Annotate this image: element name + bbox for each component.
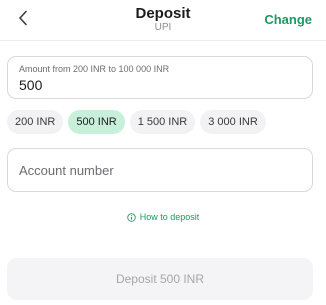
info-icon: [126, 212, 136, 222]
amount-presets: 200 INR 500 INR 1 500 INR 3 000 INR: [7, 110, 266, 134]
header: Deposit UPI Change: [0, 0, 326, 41]
amount-label: Amount from 200 INR to 100 000 INR: [19, 64, 170, 74]
preset-chip-3000[interactable]: 3 000 INR: [200, 110, 266, 134]
amount-value: 500: [19, 77, 43, 93]
amount-input[interactable]: Amount from 200 INR to 100 000 INR 500: [7, 56, 313, 99]
how-to-deposit-link[interactable]: How to deposit: [0, 212, 326, 222]
account-number-placeholder: Account number: [19, 162, 114, 178]
preset-chip-1500[interactable]: 1 500 INR: [129, 110, 196, 134]
back-button[interactable]: [14, 8, 32, 28]
preset-chip-200[interactable]: 200 INR: [7, 110, 64, 134]
deposit-button[interactable]: Deposit 500 INR: [7, 258, 313, 300]
chevron-left-icon: [19, 10, 27, 26]
account-number-input[interactable]: Account number: [7, 148, 313, 192]
deposit-screen: Deposit UPI Change Amount from 200 INR t…: [0, 0, 326, 305]
how-to-deposit-label: How to deposit: [139, 212, 200, 222]
change-method-button[interactable]: Change: [264, 12, 312, 27]
preset-chip-500[interactable]: 500 INR: [68, 110, 125, 134]
